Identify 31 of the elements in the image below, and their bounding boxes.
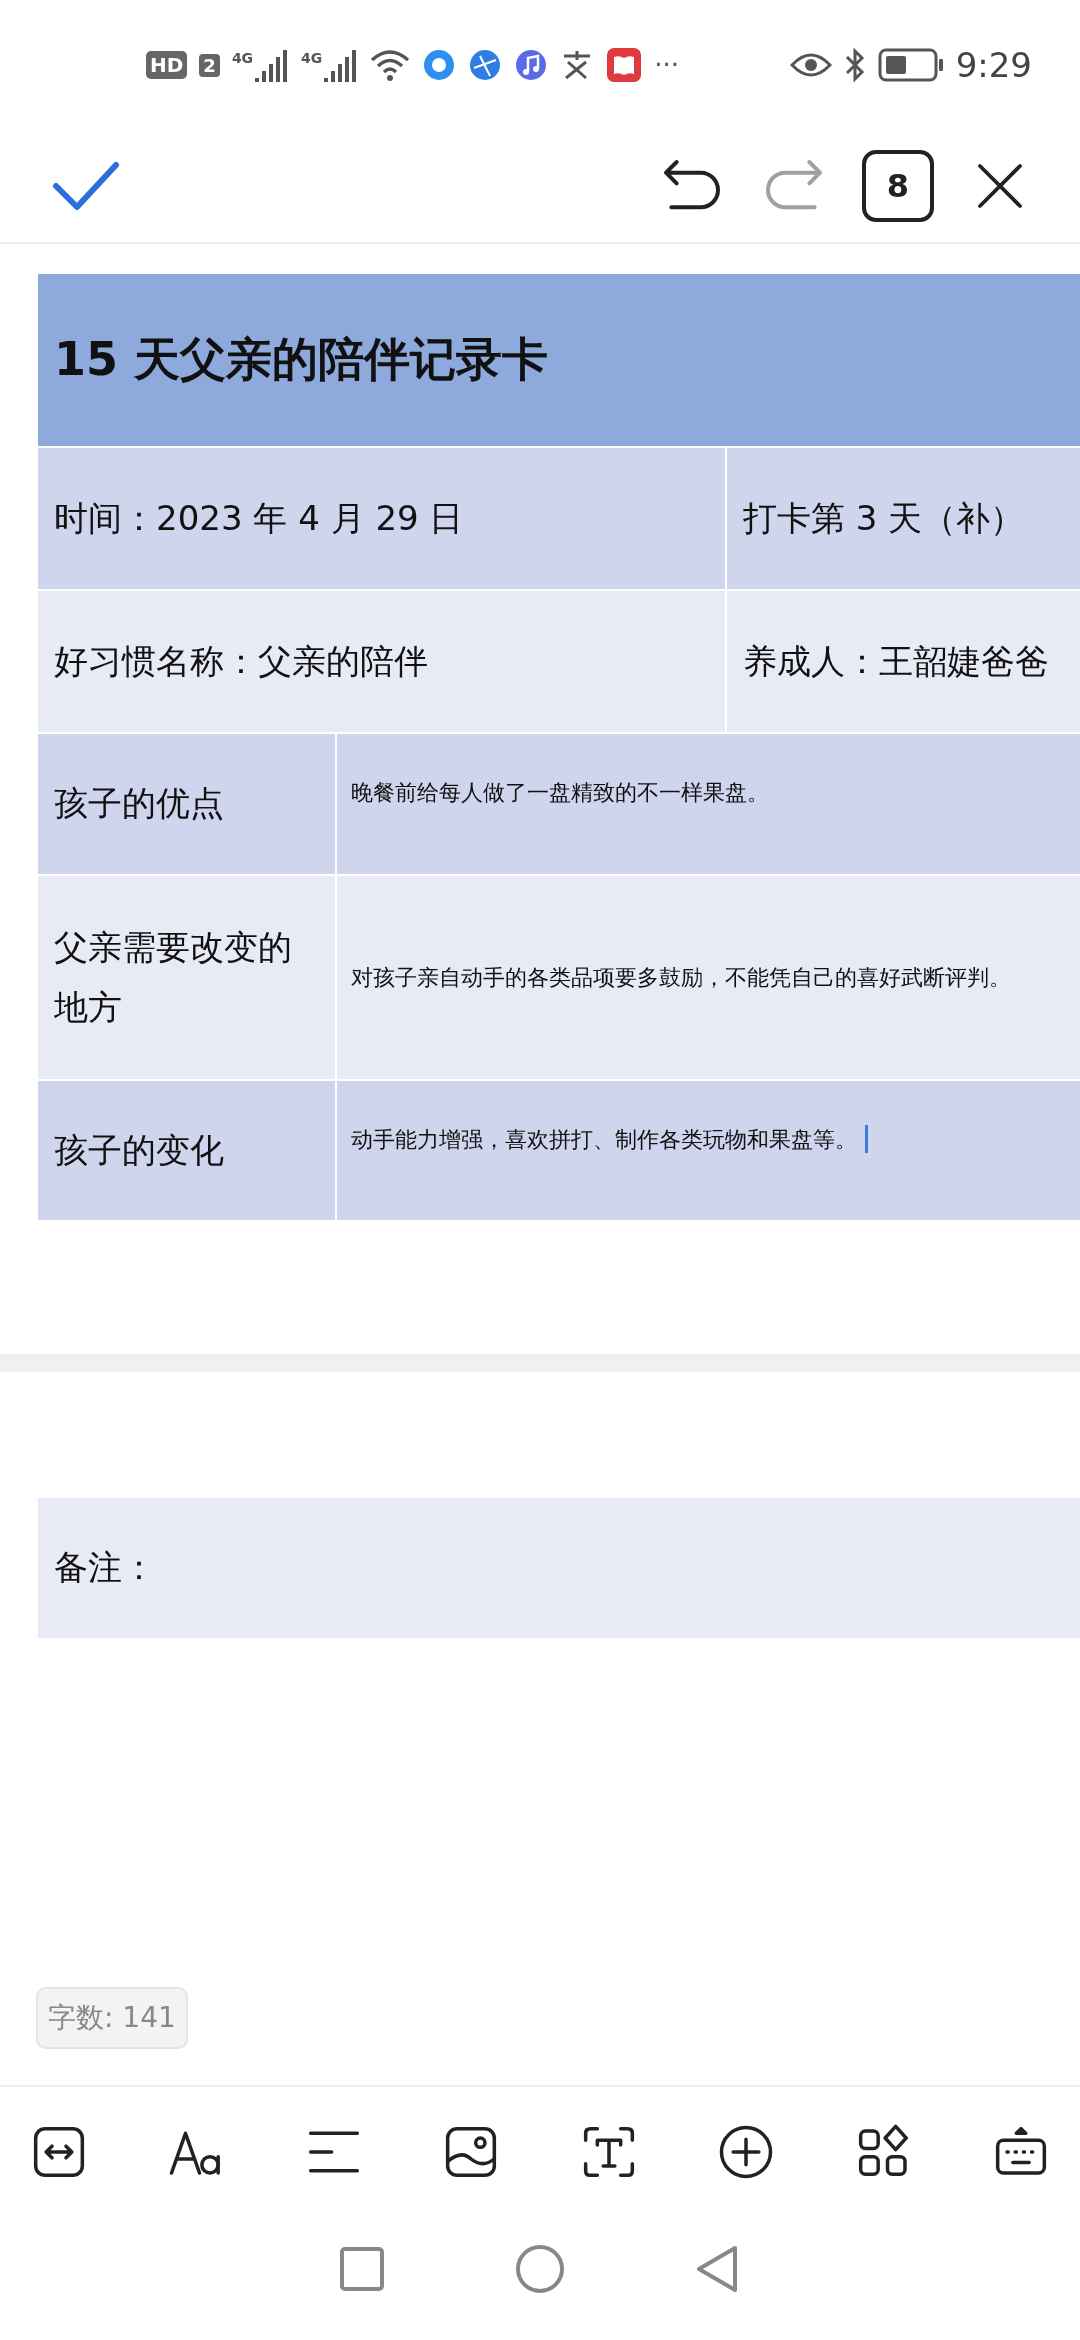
hd-badge: HD (146, 51, 188, 79)
more-notifications: ··· (654, 50, 680, 80)
table-cell: 孩子的变化 (38, 1081, 337, 1220)
table-cell: 好习惯名称：父亲的陪伴 (38, 591, 727, 732)
book-app-icon (606, 47, 643, 83)
page-count-button[interactable]: 8 (862, 150, 934, 222)
cell-text: 动手能力增强，喜欢拼打、制作各类玩物和果盘等。 (351, 1126, 857, 1154)
network-label: 4G (231, 50, 254, 66)
signal-icon (255, 48, 290, 82)
clock-time: 9:29 (955, 45, 1032, 85)
music-app-icon (514, 48, 549, 82)
recents-icon[interactable] (339, 2245, 385, 2292)
table-cell: 养成人：王韶婕爸爸 (727, 591, 1080, 732)
network-label: 4G (301, 50, 323, 66)
wifi-icon (370, 48, 411, 82)
home-icon[interactable] (515, 2243, 565, 2294)
cloud-app-icon (422, 48, 457, 82)
table-cell: 孩子的优点 (38, 734, 337, 874)
cell-text: 对孩子亲自动手的各类品项要多鼓励，不能凭自己的喜好武断评判。 (351, 963, 1011, 992)
battery-icon (877, 48, 944, 82)
bluetooth-icon (843, 47, 866, 83)
word-count: 字数: 141 (36, 1986, 188, 2049)
table-title: 15 天父亲的陪伴记录卡 (38, 274, 1080, 448)
table-cell: 时间：2023 年 4 月 29 日 (38, 448, 727, 589)
table-cell: 打卡第 3 天（补） (727, 448, 1080, 589)
globe-app-icon (468, 48, 503, 82)
table-cell: 父亲需要改变的地方 (38, 876, 337, 1079)
signal-icon (324, 48, 359, 82)
cell-text: 晚餐前给每人做了一盘精致的不一样果盘。 (351, 779, 769, 807)
sim-badge: 2 (199, 53, 220, 77)
notes-cell: 备注： (38, 1498, 1080, 1638)
